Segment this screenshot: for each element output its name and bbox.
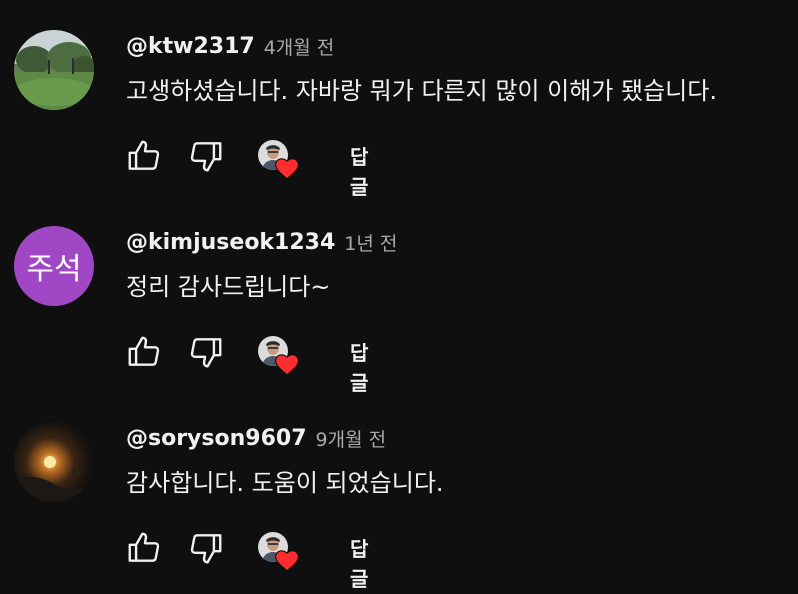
- comment-text: 고생하셨습니다. 자바랑 뭐가 다른지 많이 이해가 됐습니다.: [126, 77, 717, 105]
- creator-heart: [258, 532, 304, 574]
- thumbs-up-icon: [128, 336, 160, 366]
- username[interactable]: @ktw2317: [126, 34, 255, 59]
- like-button[interactable]: [124, 136, 164, 176]
- avatar[interactable]: 주석: [14, 226, 94, 306]
- thumbs-up-icon: [128, 532, 160, 562]
- reply-button[interactable]: 답글: [350, 142, 368, 202]
- dislike-button[interactable]: [186, 332, 226, 372]
- reply-button[interactable]: 답글: [350, 338, 368, 398]
- comment-text: 감사합니다. 도움이 되었습니다.: [126, 469, 444, 497]
- timestamp[interactable]: 9개월 전: [316, 425, 387, 452]
- avatar[interactable]: [14, 30, 94, 110]
- comment-item: @soryson9607 9개월 전 감사합니다. 도움이 되었습니다. 답글: [0, 392, 798, 591]
- avatar[interactable]: [14, 422, 94, 502]
- avatar-letter: 주석: [26, 252, 82, 287]
- thumbs-down-icon: [190, 338, 222, 368]
- thumbs-down-icon: [190, 142, 222, 172]
- comment-text: 정리 감사드립니다~: [126, 273, 331, 301]
- reply-button[interactable]: 답글: [350, 534, 368, 594]
- creator-heart-icon: [275, 550, 299, 572]
- comment-item: @ktw2317 4개월 전 고생하셨습니다. 자바랑 뭐가 다른지 많이 이해…: [0, 0, 798, 199]
- comment-header: @kimjuseok1234 1년 전: [126, 226, 397, 258]
- like-button[interactable]: [124, 332, 164, 372]
- comment-header: @ktw2317 4개월 전: [126, 30, 334, 62]
- thumbs-down-icon: [190, 534, 222, 564]
- dislike-button[interactable]: [186, 528, 226, 568]
- creator-heart: [258, 140, 304, 182]
- timestamp[interactable]: 4개월 전: [264, 33, 335, 60]
- creator-heart-icon: [275, 354, 299, 376]
- comment-header: @soryson9607 9개월 전: [126, 422, 386, 454]
- comment-item: 주석 @kimjuseok1234 1년 전 정리 감사드립니다~ 답글: [0, 196, 798, 395]
- creator-heart-icon: [275, 158, 299, 180]
- avatar-photo: [14, 422, 94, 502]
- dislike-button[interactable]: [186, 136, 226, 176]
- username[interactable]: @soryson9607: [126, 426, 307, 451]
- creator-heart: [258, 336, 304, 378]
- thumbs-up-icon: [128, 140, 160, 170]
- like-button[interactable]: [124, 528, 164, 568]
- avatar-photo: [14, 30, 94, 110]
- username[interactable]: @kimjuseok1234: [126, 230, 335, 255]
- timestamp[interactable]: 1년 전: [344, 229, 397, 256]
